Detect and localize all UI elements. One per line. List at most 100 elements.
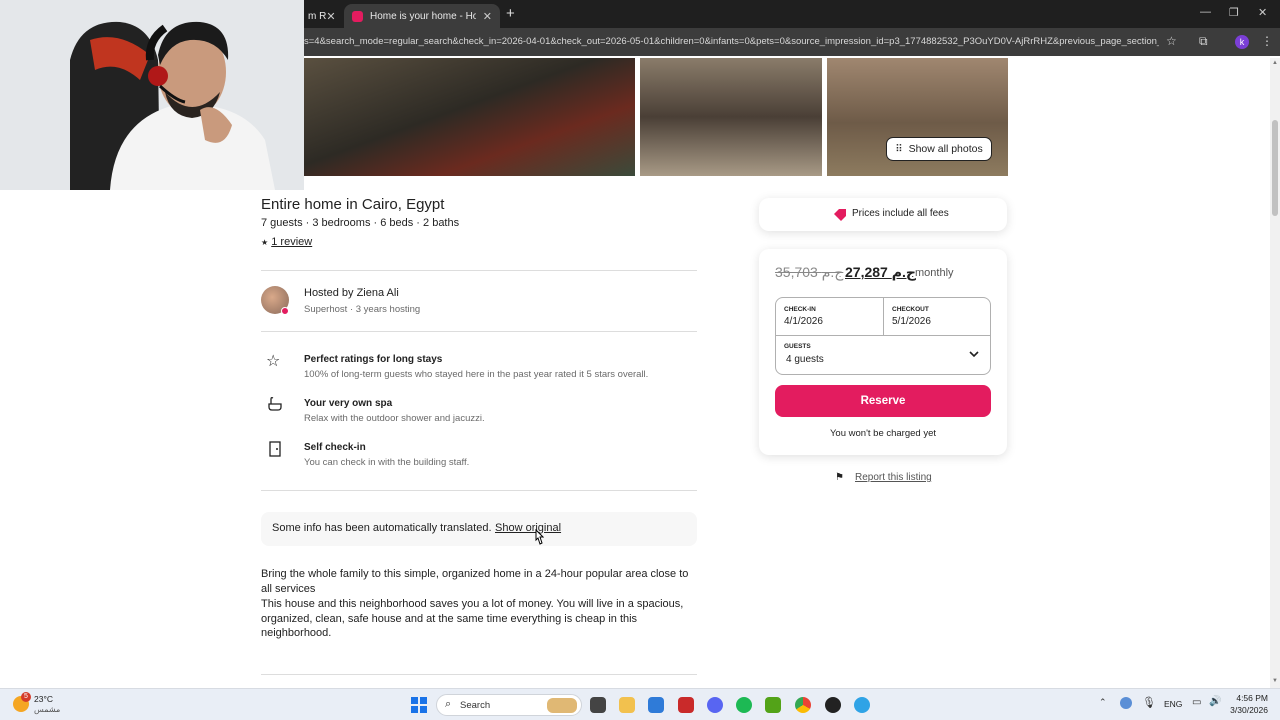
report-listing-link[interactable]: Report this listing bbox=[855, 472, 932, 483]
mouse-cursor-icon bbox=[535, 528, 544, 545]
star-icon: ☆ bbox=[266, 353, 281, 370]
checkin-field[interactable]: CHECK-IN 4/1/2026 bbox=[776, 298, 884, 336]
listing-title: Entire home in Cairo, Egypt bbox=[261, 196, 445, 213]
translation-banner: Some info has been automatically transla… bbox=[261, 512, 697, 546]
file-explorer-icon[interactable] bbox=[619, 697, 635, 713]
translation-note: Some info has been automatically transla… bbox=[272, 522, 492, 534]
review-count: 1 review bbox=[271, 236, 313, 248]
show-all-photos-label: Show all photos bbox=[908, 143, 983, 155]
weather-temp: 23°C bbox=[34, 694, 53, 704]
date-guest-picker: CHECK-IN 4/1/2026 CHECKOUT 5/1/2026 GUES… bbox=[775, 297, 991, 375]
no-charge-note: You won't be charged yet bbox=[829, 428, 937, 439]
close-icon[interactable]: ✕ bbox=[483, 10, 492, 23]
vpn-icon[interactable] bbox=[765, 697, 781, 713]
profile-avatar[interactable]: k bbox=[1235, 35, 1249, 49]
old-price: 35,703 ج.م bbox=[775, 264, 844, 280]
fees-card: Prices include all fees bbox=[759, 198, 1007, 231]
tab-active-title: Home is your home - Houses f bbox=[370, 10, 476, 22]
guests-value: 4 guests bbox=[786, 354, 824, 365]
chrome-icon[interactable] bbox=[795, 697, 811, 713]
tab-active[interactable]: Home is your home - Houses f ✕ bbox=[344, 4, 500, 28]
volume-icon[interactable]: 🔊 bbox=[1209, 696, 1221, 707]
search-icon: ⌕ bbox=[445, 698, 452, 710]
task-view-icon[interactable] bbox=[590, 697, 606, 713]
feature-title: Perfect ratings for long stays bbox=[304, 354, 443, 365]
menu-icon[interactable]: ⋮ bbox=[1261, 34, 1273, 48]
current-price[interactable]: 27,287 ج.م bbox=[845, 264, 916, 281]
show-original-link[interactable]: Show original bbox=[495, 522, 561, 534]
tab-previous[interactable]: m R ✕ bbox=[300, 4, 342, 28]
feature-title: Self check-in bbox=[304, 442, 366, 453]
minimize-icon[interactable]: — bbox=[1200, 6, 1211, 18]
window-close-icon[interactable]: ✕ bbox=[1258, 6, 1267, 19]
webcam-person-image bbox=[0, 0, 304, 190]
checkout-field[interactable]: CHECKOUT 5/1/2026 bbox=[884, 298, 991, 336]
superhost-badge-icon bbox=[281, 307, 289, 315]
bathtub-icon bbox=[267, 396, 283, 417]
review-link[interactable]: ★ 1 review bbox=[261, 236, 312, 248]
host-name: Hosted by Ziena Ali bbox=[304, 287, 399, 299]
clock-date[interactable]: 3/30/2026 bbox=[1222, 705, 1268, 715]
divider bbox=[261, 331, 697, 332]
chevron-up-icon[interactable]: ⌃ bbox=[1099, 697, 1107, 708]
price-period: monthly bbox=[915, 267, 954, 279]
url-field[interactable]: s=4&search_mode=regular_search&check_in=… bbox=[304, 36, 1159, 47]
show-all-photos-button[interactable]: ⠿ Show all photos bbox=[886, 137, 992, 161]
wifi-icon[interactable]: ▭ bbox=[1192, 697, 1201, 708]
listing-photo-main[interactable] bbox=[304, 58, 635, 176]
scrollbar-thumb[interactable] bbox=[1272, 120, 1278, 216]
app-icon[interactable] bbox=[678, 697, 694, 713]
microphone-icon[interactable]: 🎙 bbox=[1142, 696, 1156, 709]
booking-card: 35,703 ج.م 27,287 ج.م monthly CHECK-IN 4… bbox=[759, 249, 1007, 455]
weather-badge: 5 bbox=[21, 692, 31, 702]
chevron-down-icon bbox=[969, 351, 979, 358]
windows-start-icon[interactable] bbox=[411, 697, 427, 713]
door-icon bbox=[268, 441, 282, 462]
checkin-label: CHECK-IN bbox=[784, 306, 816, 313]
scroll-up-icon[interactable]: ▲ bbox=[1272, 60, 1278, 66]
bookmark-star-icon[interactable]: ☆ bbox=[1166, 34, 1177, 48]
checkout-value: 5/1/2026 bbox=[892, 316, 931, 327]
feature-title: Your very own spa bbox=[304, 398, 393, 409]
description-paragraph-1: Bring the whole family to this simple, o… bbox=[261, 568, 689, 595]
checkin-value: 4/1/2026 bbox=[784, 316, 823, 327]
review-star-icon: ★ bbox=[261, 238, 269, 247]
page-scrollbar[interactable]: ▲ ▼ bbox=[1270, 58, 1280, 688]
divider bbox=[261, 674, 697, 675]
listing-photo-balcony[interactable] bbox=[640, 58, 822, 176]
spotify-icon[interactable] bbox=[736, 697, 752, 713]
listing-summary: 7 guests · 3 bedrooms · 6 beds · 2 baths bbox=[261, 217, 460, 229]
host-meta: Superhost · 3 years hosting bbox=[304, 304, 421, 315]
clock-time[interactable]: 4:56 PM bbox=[1222, 693, 1268, 703]
search-highlight-icon bbox=[547, 698, 577, 713]
fees-label: Prices include all fees bbox=[852, 208, 949, 219]
close-icon[interactable]: ✕ bbox=[326, 10, 335, 23]
checkout-label: CHECKOUT bbox=[892, 306, 929, 313]
flag-icon: ⚑ bbox=[835, 472, 844, 483]
reserve-button[interactable]: Reserve bbox=[775, 385, 991, 417]
extensions-icon[interactable]: ⧉ bbox=[1199, 34, 1208, 49]
weather-text: مشمس bbox=[34, 705, 61, 714]
guests-field[interactable]: GUESTS 4 guests bbox=[776, 336, 991, 374]
taskbar-search[interactable]: ⌕ Search bbox=[436, 694, 582, 716]
scroll-down-icon[interactable]: ▼ bbox=[1272, 678, 1278, 684]
grid-icon: ⠿ bbox=[895, 143, 903, 155]
app-icon[interactable] bbox=[854, 697, 870, 713]
windows-taskbar: 5 23°C مشمس ⌕ Search ⌃ 🎙 ENG ▭ 🔊 4:56 PM… bbox=[0, 688, 1280, 720]
search-label: Search bbox=[460, 700, 491, 711]
language-indicator[interactable]: ENG bbox=[1164, 699, 1182, 709]
new-tab-icon[interactable]: + bbox=[506, 5, 515, 22]
restore-icon[interactable]: ❐ bbox=[1229, 6, 1239, 19]
tab-previous-title: m R bbox=[308, 10, 327, 22]
tag-icon bbox=[834, 209, 846, 221]
network-app-icon[interactable] bbox=[1120, 697, 1132, 709]
discord-icon[interactable] bbox=[707, 697, 723, 713]
obs-icon[interactable] bbox=[825, 697, 841, 713]
store-icon[interactable] bbox=[648, 697, 664, 713]
feature-desc: Relax with the outdoor shower and jacuzz… bbox=[304, 413, 485, 424]
feature-desc: 100% of long-term guests who stayed here… bbox=[304, 369, 649, 380]
feature-desc: You can check in with the building staff… bbox=[304, 457, 470, 468]
guests-label: GUESTS bbox=[784, 343, 811, 350]
airbnb-favicon-icon bbox=[352, 10, 363, 22]
divider bbox=[261, 270, 697, 271]
